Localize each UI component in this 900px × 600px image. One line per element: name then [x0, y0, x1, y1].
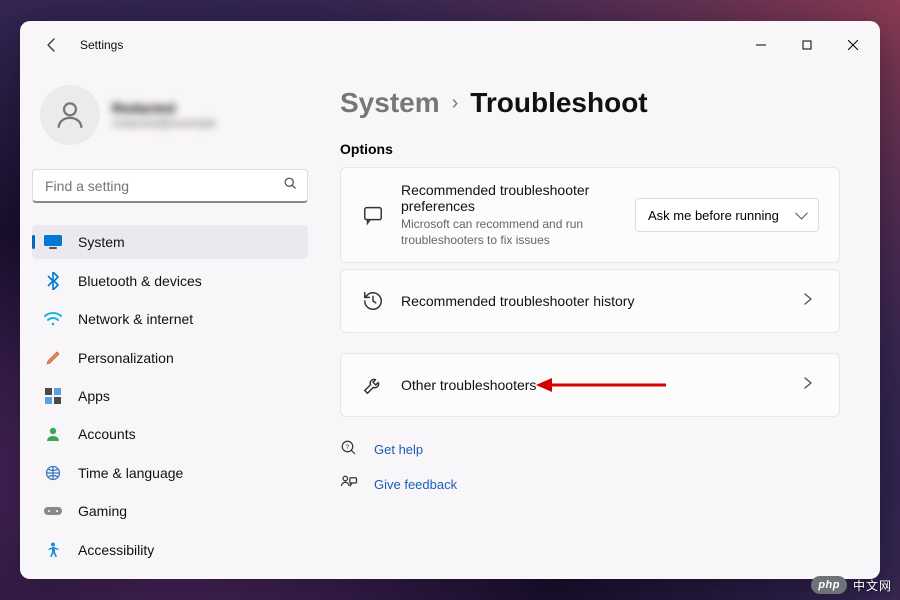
- monitor-icon: [44, 233, 62, 251]
- watermark-text: 中文网: [853, 577, 892, 594]
- chevron-right-icon: [801, 292, 819, 311]
- window-controls: [738, 29, 876, 61]
- settings-window: Settings Redacted redacted@example: [20, 21, 880, 579]
- sidebar-item-system[interactable]: System: [32, 225, 308, 259]
- card-body: Other troubleshooters: [401, 377, 785, 393]
- card-body: Recommended troubleshooter history: [401, 293, 785, 309]
- page-title: Troubleshoot: [470, 87, 647, 119]
- gamepad-icon: [44, 502, 62, 520]
- help-links: ? Get help Give feedback: [340, 439, 840, 495]
- chat-icon: [361, 204, 385, 226]
- sidebar-item-time-language[interactable]: Time & language: [32, 456, 308, 490]
- accessibility-icon: [44, 541, 62, 559]
- sidebar-item-label: Gaming: [78, 503, 127, 519]
- sidebar-item-accounts[interactable]: Accounts: [32, 417, 308, 451]
- svg-text:?: ?: [346, 444, 350, 451]
- link-get-help: ? Get help: [340, 439, 840, 460]
- link-give-feedback: Give feedback: [340, 474, 840, 495]
- apps-icon: [44, 387, 62, 405]
- preferences-dropdown[interactable]: Ask me before running: [635, 198, 819, 232]
- card-title: Other troubleshooters: [401, 377, 785, 393]
- search-wrap: [32, 169, 308, 203]
- history-icon: [361, 290, 385, 312]
- avatar: [40, 85, 100, 145]
- sidebar: Redacted redacted@example System Bluetoo…: [20, 69, 320, 579]
- sidebar-item-personalization[interactable]: Personalization: [32, 340, 308, 374]
- section-heading: Options: [340, 141, 840, 157]
- close-button[interactable]: [830, 29, 876, 61]
- profile-email: redacted@example: [112, 116, 216, 130]
- dropdown-value: Ask me before running: [648, 208, 779, 223]
- card-other-troubleshooters[interactable]: Other troubleshooters: [340, 353, 840, 417]
- sidebar-item-label: Bluetooth & devices: [78, 273, 202, 289]
- sidebar-item-label: Network & internet: [78, 311, 193, 327]
- person-icon: [44, 425, 62, 443]
- wrench-icon: [361, 374, 385, 396]
- profile-block[interactable]: Redacted redacted@example: [32, 69, 308, 165]
- back-button[interactable]: [36, 29, 68, 61]
- chevron-right-icon: [801, 376, 819, 395]
- sidebar-item-label: Accounts: [78, 426, 136, 442]
- globe-clock-icon: [44, 464, 62, 482]
- profile-name: Redacted: [112, 100, 216, 116]
- card-body: Recommended troubleshooter preferences M…: [401, 182, 619, 248]
- help-icon: ?: [340, 439, 358, 460]
- sidebar-item-label: Accessibility: [78, 542, 154, 558]
- sidebar-item-network[interactable]: Network & internet: [32, 302, 308, 336]
- card-title: Recommended troubleshooter preferences: [401, 182, 619, 214]
- link-text[interactable]: Give feedback: [374, 477, 457, 492]
- breadcrumb-parent[interactable]: System: [340, 87, 440, 119]
- card-troubleshooter-preferences: Recommended troubleshooter preferences M…: [340, 167, 840, 263]
- sidebar-item-label: Apps: [78, 388, 110, 404]
- sidebar-item-gaming[interactable]: Gaming: [32, 494, 308, 528]
- card-title: Recommended troubleshooter history: [401, 293, 785, 309]
- bluetooth-icon: [44, 272, 62, 290]
- link-text[interactable]: Get help: [374, 442, 423, 457]
- window-title: Settings: [80, 38, 123, 52]
- search-input[interactable]: [32, 169, 308, 203]
- feedback-icon: [340, 474, 358, 495]
- window-body: Redacted redacted@example System Bluetoo…: [20, 69, 880, 579]
- maximize-button[interactable]: [784, 29, 830, 61]
- main-content: System › Troubleshoot Options Recommende…: [320, 69, 880, 579]
- search-icon: [283, 176, 298, 196]
- paintbrush-icon: [44, 349, 62, 367]
- titlebar: Settings: [20, 21, 880, 69]
- card-troubleshooter-history[interactable]: Recommended troubleshooter history: [340, 269, 840, 333]
- minimize-button[interactable]: [738, 29, 784, 61]
- chevron-right-icon: ›: [452, 92, 459, 115]
- card-subtitle: Microsoft can recommend and run troubles…: [401, 216, 619, 248]
- sidebar-item-label: System: [78, 234, 125, 250]
- sidebar-item-label: Time & language: [78, 465, 183, 481]
- sidebar-item-accessibility[interactable]: Accessibility: [32, 533, 308, 567]
- sidebar-item-label: Personalization: [78, 350, 174, 366]
- wifi-icon: [44, 310, 62, 328]
- breadcrumb: System › Troubleshoot: [340, 87, 840, 119]
- profile-text: Redacted redacted@example: [112, 100, 216, 130]
- sidebar-item-apps[interactable]: Apps: [32, 379, 308, 413]
- sidebar-item-bluetooth[interactable]: Bluetooth & devices: [32, 263, 308, 297]
